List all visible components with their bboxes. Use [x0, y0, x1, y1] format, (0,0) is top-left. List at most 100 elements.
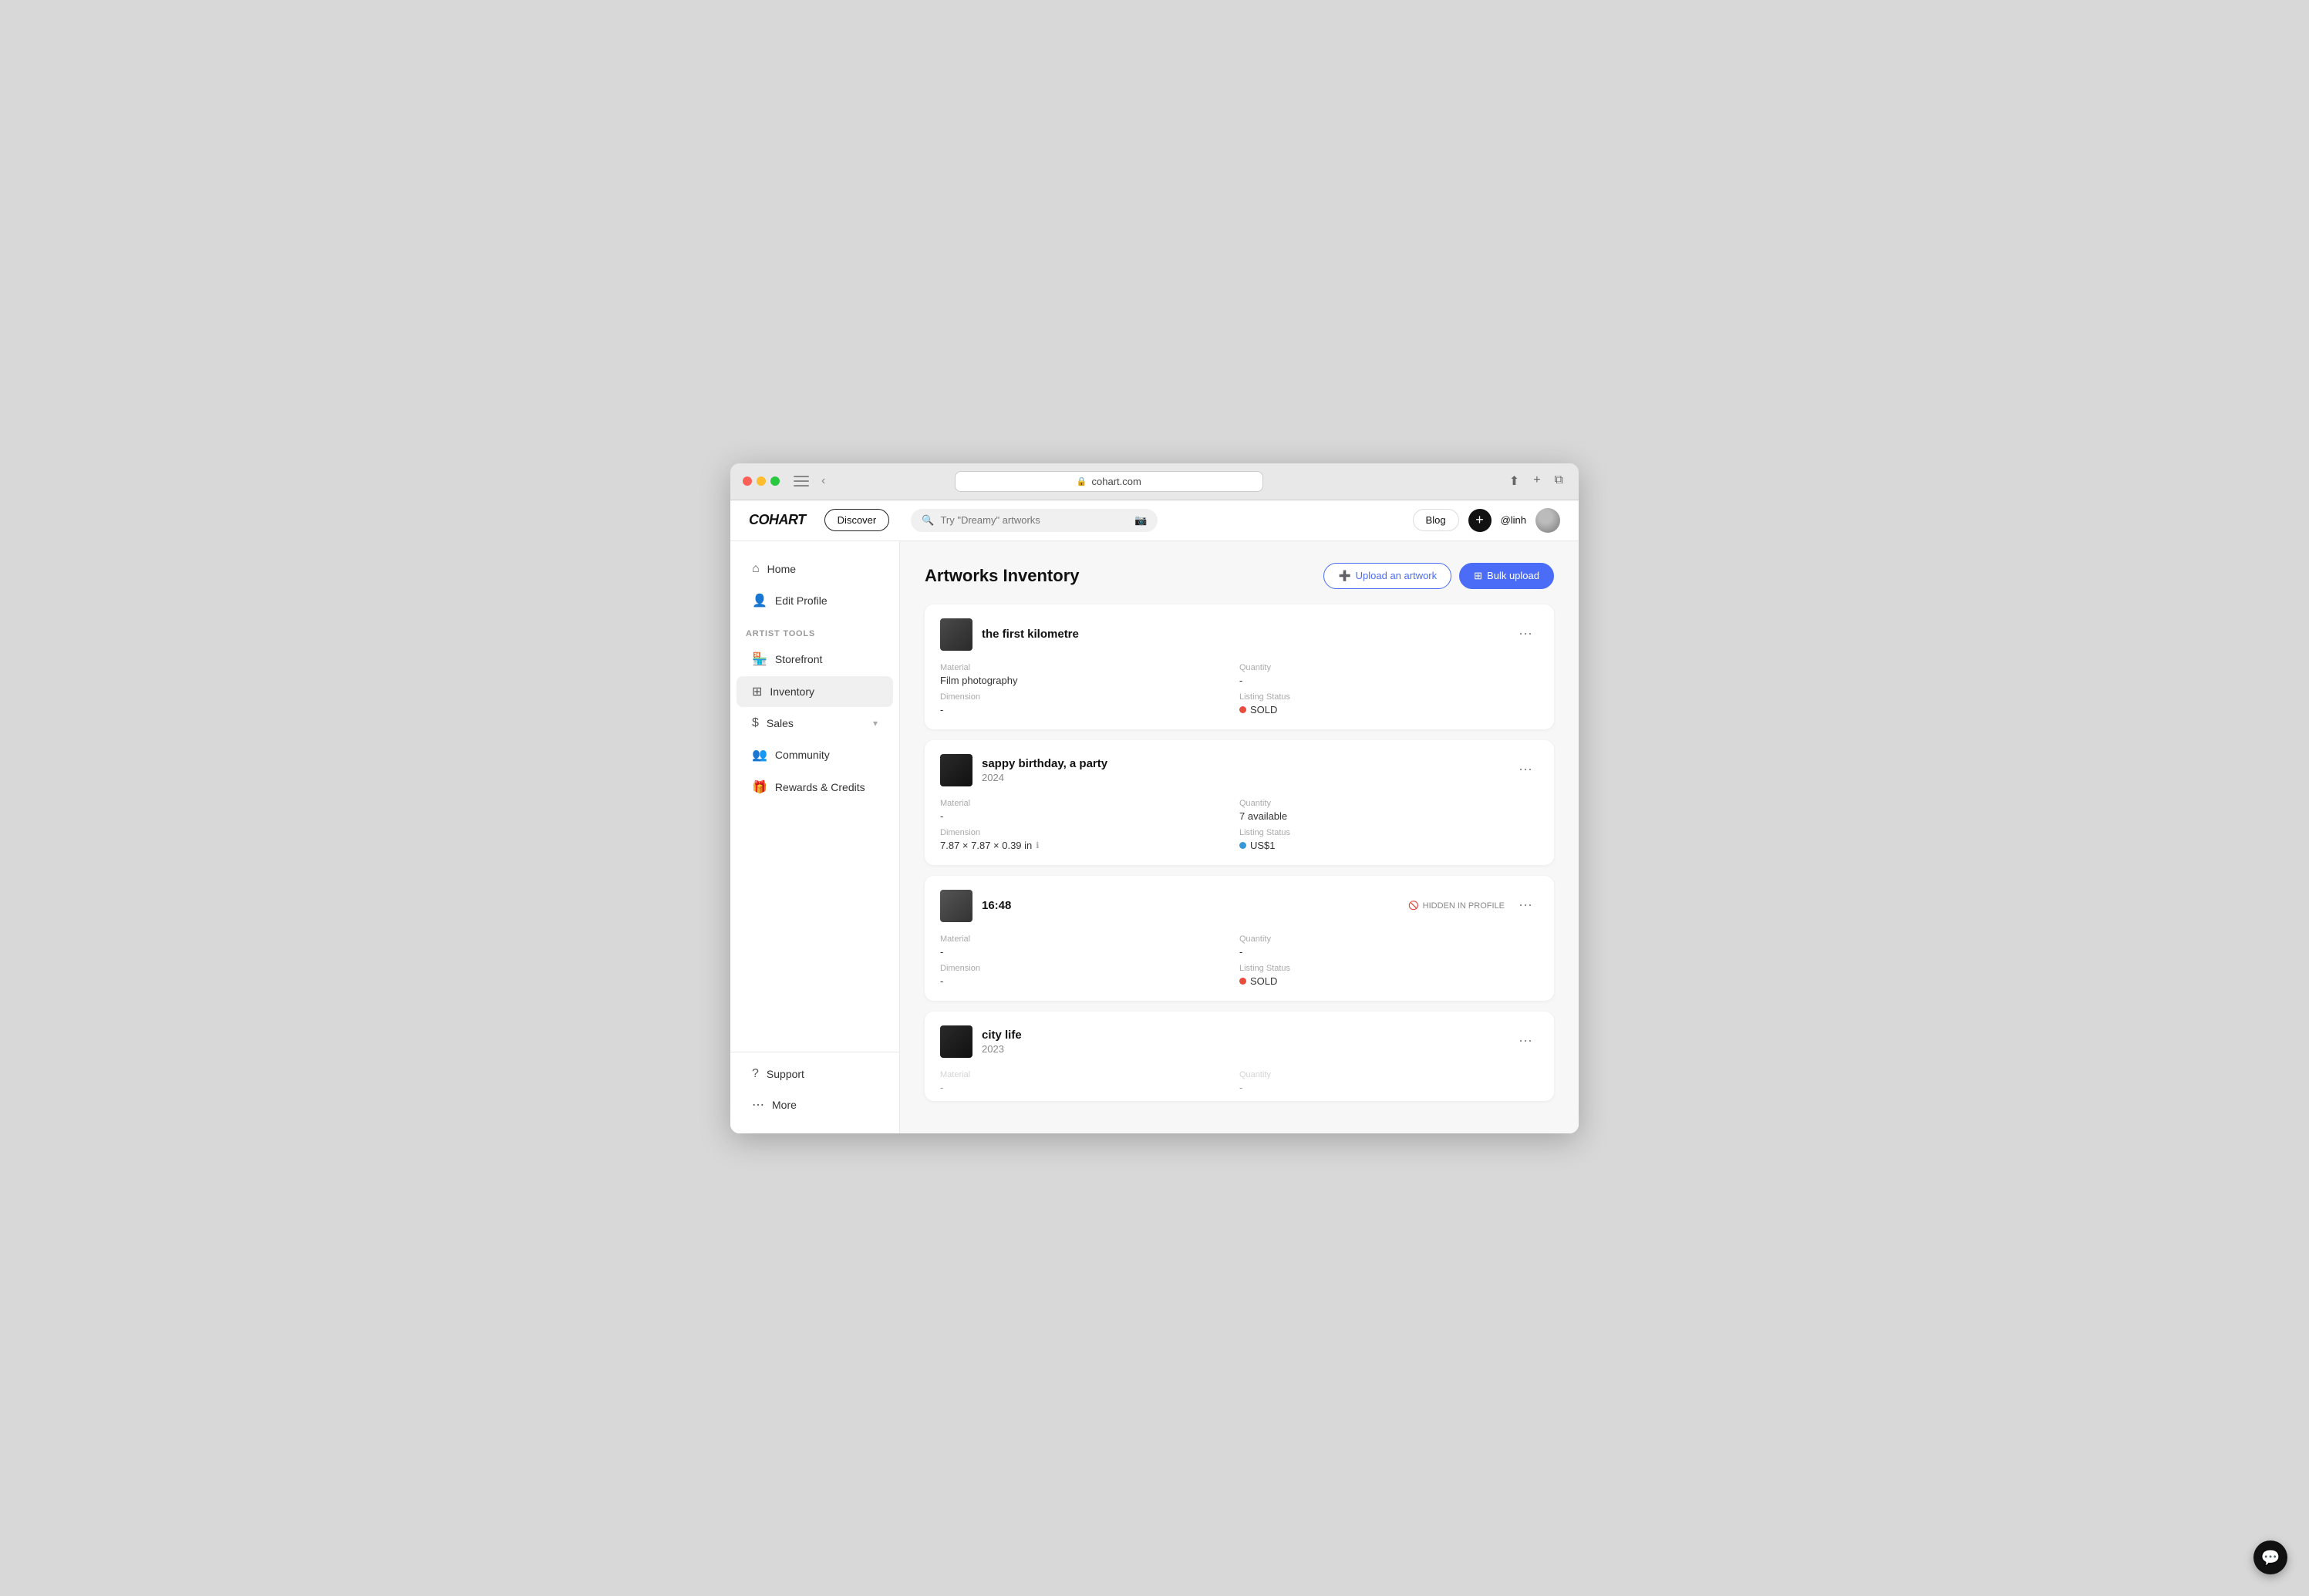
upload-plus-icon: ➕ — [1338, 570, 1350, 582]
content-header: Artworks Inventory ➕ Upload an artwork ⊞… — [925, 563, 1554, 589]
search-bar: 🔍 📷 — [911, 509, 1158, 532]
rewards-icon: 🎁 — [752, 779, 767, 795]
quantity-row-3: Quantity - — [1239, 934, 1539, 958]
dimension-info-icon-2[interactable]: ℹ — [1036, 840, 1039, 850]
logo[interactable]: COHART — [749, 512, 806, 528]
close-traffic-light[interactable] — [743, 476, 752, 486]
artwork-card-3-header: 16:48 🚫 HIDDEN IN PROFILE ⋯ — [940, 890, 1539, 922]
material-value-1: Film photography — [940, 675, 1239, 686]
sales-chevron-icon: ▾ — [873, 718, 878, 729]
listing-status-value-1: SOLD — [1239, 704, 1539, 716]
artwork-details-3: Material - Quantity - Dimension - List — [940, 934, 1539, 987]
home-icon: ⌂ — [752, 562, 760, 576]
material-row-1: Material Film photography — [940, 663, 1239, 686]
artwork-menu-2[interactable]: ⋯ — [1512, 759, 1539, 781]
artwork-menu-4[interactable]: ⋯ — [1512, 1030, 1539, 1052]
dimension-row-2: Dimension 7.87 × 7.87 × 0.39 in ℹ — [940, 828, 1239, 851]
material-label-1: Material — [940, 663, 1239, 672]
share-icon[interactable]: ⬆ — [1506, 472, 1522, 490]
sidebar-community-label: Community — [775, 749, 830, 761]
sidebar-sales-label: Sales — [767, 717, 794, 729]
quantity-label-1: Quantity — [1239, 663, 1539, 672]
tabs-icon[interactable]: ⧉ — [1552, 472, 1566, 490]
listing-status-value-2: US$1 — [1239, 840, 1539, 851]
artwork-card-4: city life 2023 ⋯ Material - Quantity - — [925, 1012, 1554, 1101]
traffic-lights — [743, 476, 780, 486]
upload-artwork-button[interactable]: ➕ Upload an artwork — [1323, 563, 1451, 589]
hidden-badge-3: 🚫 HIDDEN IN PROFILE — [1408, 901, 1505, 911]
fullscreen-traffic-light[interactable] — [770, 476, 780, 486]
material-row-2: Material - — [940, 799, 1239, 822]
add-button[interactable]: + — [1468, 509, 1492, 532]
page-title: Artworks Inventory — [925, 566, 1080, 586]
sidebar: ⌂ Home 👤 Edit Profile ARTIST TOOLS 🏪 Sto… — [730, 541, 900, 1133]
eye-hidden-icon: 🚫 — [1408, 901, 1419, 911]
new-tab-icon[interactable]: + — [1530, 472, 1543, 490]
sales-icon: $ — [752, 716, 759, 730]
artwork-details-1: Material Film photography Quantity - Dim… — [940, 663, 1539, 716]
bulk-upload-button[interactable]: ⊞ Bulk upload — [1459, 563, 1554, 589]
camera-icon[interactable]: 📷 — [1134, 514, 1147, 527]
sidebar-support-label: Support — [767, 1068, 804, 1080]
artwork-title-2: sappy birthday, a party — [982, 757, 1107, 770]
sidebar-item-rewards[interactable]: 🎁 Rewards & Credits — [737, 772, 893, 803]
lock-icon: 🔒 — [1077, 476, 1087, 487]
dimension-value-2: 7.87 × 7.87 × 0.39 in ℹ — [940, 840, 1239, 851]
sidebar-item-home[interactable]: ⌂ Home — [737, 554, 893, 584]
sidebar-item-storefront[interactable]: 🏪 Storefront — [737, 644, 893, 675]
artwork-card-1-header: the first kilometre ⋯ — [940, 618, 1539, 651]
sidebar-item-inventory[interactable]: ⊞ Inventory — [737, 676, 893, 707]
sidebar-item-support[interactable]: ? Support — [737, 1059, 893, 1089]
browser-actions: ⬆ + ⧉ — [1506, 472, 1566, 490]
artwork-info-2: sappy birthday, a party 2024 — [982, 757, 1107, 783]
artwork-menu-1[interactable]: ⋯ — [1512, 623, 1539, 645]
sidebar-item-more[interactable]: ⋯ More — [737, 1089, 893, 1120]
sidebar-home-label: Home — [767, 563, 796, 575]
avatar[interactable] — [1535, 508, 1560, 533]
bulk-icon: ⊞ — [1474, 570, 1482, 582]
artwork-info-4: city life 2023 — [982, 1029, 1022, 1055]
inventory-icon: ⊞ — [752, 684, 762, 699]
material-label-4: Material — [940, 1070, 1239, 1079]
material-row-3: Material - — [940, 934, 1239, 958]
artist-tools-section: ARTIST TOOLS — [730, 617, 899, 643]
status-dot-1 — [1239, 706, 1246, 713]
sidebar-item-edit-profile[interactable]: 👤 Edit Profile — [737, 585, 893, 616]
sidebar-edit-profile-label: Edit Profile — [775, 594, 828, 607]
status-dot-3 — [1239, 978, 1246, 985]
sidebar-inventory-label: Inventory — [770, 685, 814, 698]
username-label[interactable]: @linh — [1501, 514, 1526, 526]
sidebar-item-sales[interactable]: $ Sales ▾ — [737, 709, 893, 738]
header-actions: ➕ Upload an artwork ⊞ Bulk upload — [1323, 563, 1554, 589]
minimize-traffic-light[interactable] — [757, 476, 766, 486]
artwork-thumb-4 — [940, 1025, 972, 1058]
dimension-value-3: - — [940, 975, 1239, 987]
artwork-menu-3[interactable]: ⋯ — [1512, 894, 1539, 917]
quantity-label-3: Quantity — [1239, 934, 1539, 944]
status-dot-2 — [1239, 842, 1246, 849]
material-value-3: - — [940, 946, 1239, 958]
back-arrow-icon[interactable]: ‹ — [818, 473, 828, 490]
listing-status-label-3: Listing Status — [1239, 964, 1539, 973]
artwork-card-2: sappy birthday, a party 2024 ⋯ Material … — [925, 740, 1554, 865]
search-input[interactable] — [940, 514, 1128, 526]
artwork-year-4: 2023 — [982, 1043, 1022, 1055]
sidebar-bottom: ? Support ⋯ More — [730, 1052, 899, 1121]
chat-bubble[interactable]: 💬 — [2253, 1540, 2287, 1574]
sidebar-toggle-icon[interactable] — [794, 476, 809, 487]
blog-button[interactable]: Blog — [1413, 509, 1459, 531]
artwork-year-2: 2024 — [982, 772, 1107, 783]
quantity-value-4: - — [1239, 1082, 1539, 1093]
more-icon: ⋯ — [752, 1097, 764, 1113]
quantity-label-4: Quantity — [1239, 1070, 1539, 1079]
listing-status-label-1: Listing Status — [1239, 692, 1539, 702]
dimension-label-3: Dimension — [940, 964, 1239, 973]
dimension-label-2: Dimension — [940, 828, 1239, 837]
quantity-label-2: Quantity — [1239, 799, 1539, 808]
material-value-4: - — [940, 1082, 1239, 1093]
discover-button[interactable]: Discover — [824, 509, 890, 531]
sidebar-item-community[interactable]: 👥 Community — [737, 739, 893, 770]
address-bar[interactable]: 🔒 cohart.com — [955, 471, 1263, 492]
artwork-thumb-2 — [940, 754, 972, 786]
status-row-1: Listing Status SOLD — [1239, 692, 1539, 716]
